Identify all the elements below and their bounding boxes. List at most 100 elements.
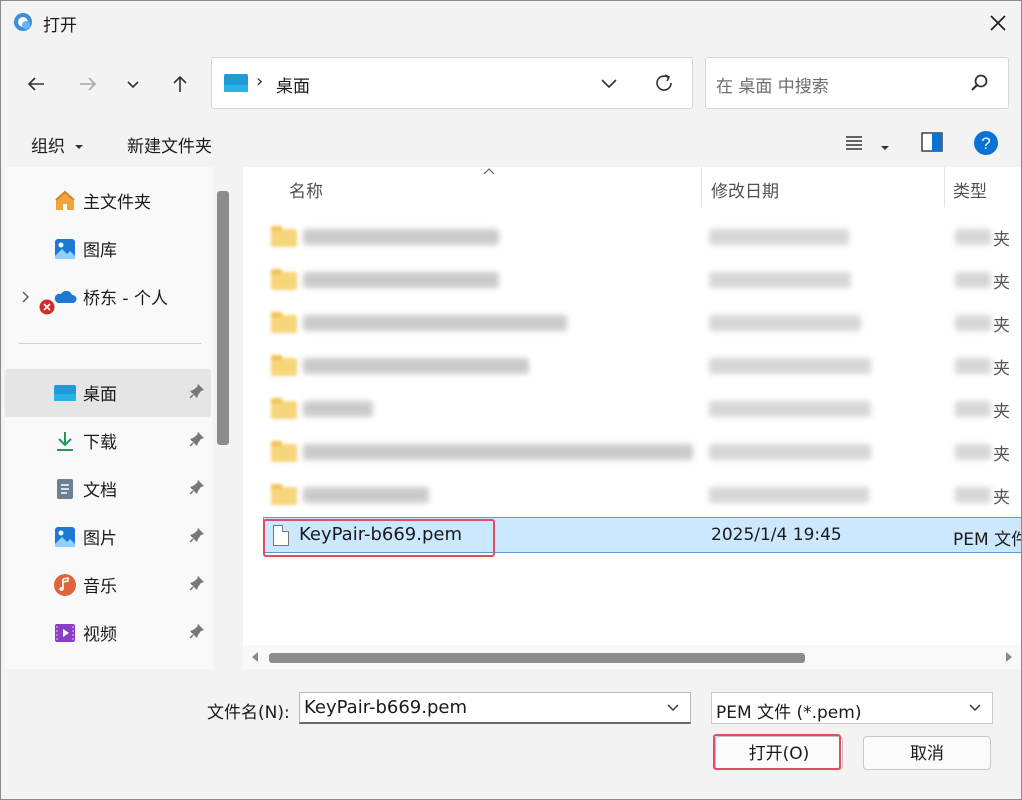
- redacted-date: [709, 272, 851, 288]
- pin-icon[interactable]: [189, 431, 205, 447]
- redacted-date: [709, 401, 871, 417]
- pictures-icon: [55, 527, 75, 547]
- close-button[interactable]: [975, 1, 1021, 45]
- view-options-button[interactable]: [843, 133, 890, 157]
- navigation-pane: 主文件夹 图库 桥东 - 个人 桌面 下载 文档 图片 音乐 视频: [5, 167, 213, 669]
- filename-label: 文件名(N):: [207, 703, 290, 723]
- download-icon: [57, 432, 73, 451]
- desktop-icon: [224, 74, 248, 92]
- chevron-down-icon: [127, 81, 139, 89]
- folder-icon: [271, 312, 297, 333]
- recent-locations-button[interactable]: [116, 67, 150, 101]
- redacted-type: [955, 315, 991, 331]
- sidebar-item-gallery[interactable]: 图库: [5, 225, 211, 273]
- redacted-file-name: [303, 487, 429, 503]
- caret-down-icon: [75, 145, 84, 149]
- file-row[interactable]: 夹: [243, 217, 1021, 257]
- pin-icon[interactable]: [189, 575, 205, 591]
- sidebar-item-documents[interactable]: 文档: [5, 465, 211, 513]
- file-row[interactable]: 夹: [243, 389, 1021, 429]
- redacted-type: [955, 444, 991, 460]
- sidebar-item-downloads[interactable]: 下载: [5, 417, 211, 465]
- back-button[interactable]: [19, 67, 53, 101]
- column-header-name[interactable]: 名称: [289, 177, 323, 202]
- desktop-icon: [54, 385, 76, 401]
- file-row[interactable]: 夹: [243, 432, 1021, 472]
- redacted-date: [709, 444, 871, 460]
- filename-value[interactable]: KeyPair-b669.pem: [304, 697, 467, 718]
- sidebar-item-onedrive[interactable]: 桥东 - 个人: [5, 273, 211, 321]
- type-text: 夹: [993, 488, 1010, 508]
- forward-button[interactable]: [71, 67, 105, 101]
- pin-icon[interactable]: [189, 623, 205, 639]
- scrollbar-thumb[interactable]: [269, 653, 805, 663]
- arrow-left-icon: [27, 77, 44, 91]
- cancel-button[interactable]: 取消: [863, 736, 991, 770]
- preview-pane-icon[interactable]: [921, 132, 943, 152]
- address-bar[interactable]: › 桌面: [211, 57, 693, 109]
- folder-icon: [271, 441, 297, 462]
- scroll-left-icon[interactable]: [251, 652, 259, 662]
- sidebar-item-home[interactable]: 主文件夹: [5, 177, 211, 225]
- chevron-right-icon[interactable]: [21, 290, 31, 304]
- pin-icon[interactable]: [189, 383, 205, 399]
- file-row[interactable]: 夹: [243, 260, 1021, 300]
- pin-icon[interactable]: [189, 479, 205, 495]
- redacted-file-name: [303, 229, 499, 245]
- folder-icon: [271, 226, 297, 247]
- type-text: 夹: [993, 445, 1010, 465]
- redacted-file-name: [303, 272, 499, 288]
- chevron-down-icon[interactable]: [666, 702, 680, 714]
- redacted-type: [955, 272, 991, 288]
- window-title: 打开: [43, 16, 77, 36]
- sidebar-item-label: 图片: [83, 529, 117, 549]
- column-header-type[interactable]: 类型: [953, 177, 987, 202]
- search-box[interactable]: 在 桌面 中搜索: [705, 57, 1009, 109]
- sidebar-item-music[interactable]: 音乐: [5, 561, 211, 609]
- gallery-icon: [55, 239, 75, 259]
- sidebar-item-label: 桌面: [83, 385, 117, 405]
- new-folder-button[interactable]: 新建文件夹: [127, 132, 212, 157]
- selected-file-type: PEM 文件: [953, 530, 1022, 550]
- search-icon[interactable]: [970, 73, 990, 93]
- arrow-up-icon: [173, 75, 187, 92]
- sidebar-item-label: 文档: [83, 481, 117, 501]
- up-button[interactable]: [163, 67, 197, 101]
- refresh-icon[interactable]: [652, 71, 676, 95]
- column-divider[interactable]: [701, 167, 702, 207]
- column-header-date[interactable]: 修改日期: [711, 177, 779, 202]
- navigation-bar: › 桌面 在 桌面 中搜索: [1, 45, 1021, 121]
- highlight-box: [713, 734, 841, 770]
- arrow-right-icon: [80, 77, 97, 91]
- pin-icon[interactable]: [189, 527, 205, 543]
- file-row[interactable]: 夹: [243, 475, 1021, 515]
- sidebar-item-pictures[interactable]: 图片: [5, 513, 211, 561]
- file-type-select[interactable]: PEM 文件 (*.pem): [711, 692, 993, 724]
- filename-field[interactable]: KeyPair-b669.pem: [299, 692, 691, 724]
- redacted-file-name: [303, 315, 567, 331]
- redacted-date: [709, 229, 849, 245]
- sidebar-item-desktop[interactable]: 桌面: [5, 369, 211, 417]
- sidebar-item-label: 下载: [83, 433, 117, 453]
- highlight-box: [263, 519, 495, 557]
- scroll-right-icon[interactable]: [1005, 652, 1013, 662]
- document-icon: [57, 479, 73, 499]
- organize-menu[interactable]: 组织: [31, 132, 84, 157]
- sidebar-divider: [19, 343, 201, 344]
- sidebar-item-label: 视频: [83, 625, 117, 645]
- onedrive-icon: [54, 290, 77, 303]
- file-row[interactable]: 夹: [243, 303, 1021, 343]
- breadcrumb-separator: ›: [256, 71, 264, 92]
- chevron-down-icon: [969, 704, 981, 711]
- column-divider[interactable]: [944, 167, 945, 207]
- sidebar-scrollbar[interactable]: [217, 191, 229, 445]
- help-icon[interactable]: ?: [973, 130, 999, 156]
- folder-icon: [271, 398, 297, 419]
- folder-icon: [271, 269, 297, 290]
- app-icon: [14, 13, 32, 31]
- sidebar-item-videos[interactable]: 视频: [5, 609, 211, 657]
- horizontal-scrollbar[interactable]: [243, 645, 1021, 669]
- file-row[interactable]: 夹: [243, 346, 1021, 386]
- chevron-down-icon[interactable]: [598, 72, 620, 94]
- breadcrumb-location[interactable]: 桌面: [276, 72, 310, 97]
